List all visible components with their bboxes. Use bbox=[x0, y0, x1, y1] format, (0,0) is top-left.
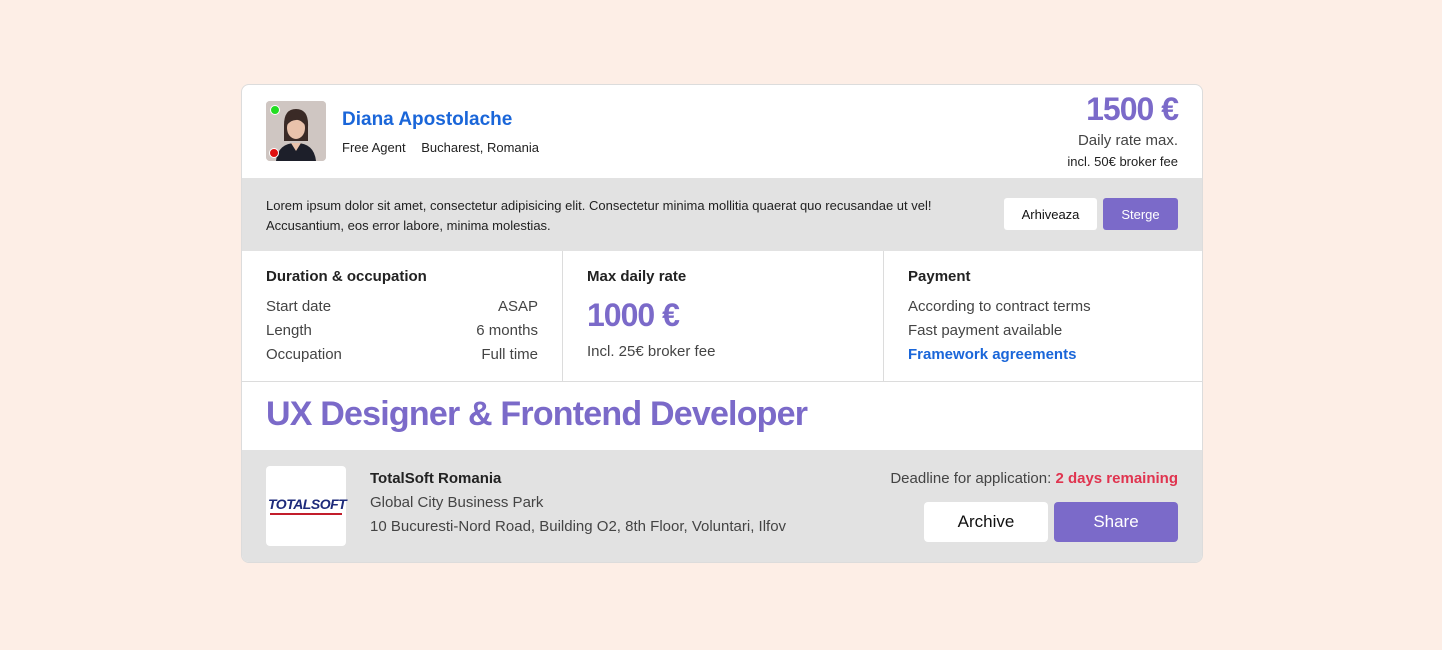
occupation-row: Occupation Full time bbox=[266, 343, 538, 367]
logo-underline bbox=[270, 513, 342, 515]
info-columns: Duration & occupation Start date ASAP Le… bbox=[242, 251, 1202, 382]
job-title[interactable]: UX Designer & Frontend Developer bbox=[266, 395, 808, 434]
company-logo-text: TOTALSOFT bbox=[268, 496, 347, 512]
daily-rate-label: Daily rate max. bbox=[1077, 132, 1178, 149]
payment-fast: Fast payment available bbox=[908, 322, 1063, 339]
payment-title: Payment bbox=[908, 268, 971, 285]
card-header: Diana Apostolache Free Agent Bucharest, … bbox=[242, 85, 1202, 178]
length-label: Length bbox=[266, 322, 312, 339]
sterge-button[interactable]: Sterge bbox=[1103, 198, 1178, 230]
agent-meta: Free Agent Bucharest, Romania bbox=[342, 140, 551, 155]
max-rate-amount: 1000 € bbox=[587, 297, 680, 333]
max-rate-column: Max daily rate 1000 € Incl. 25€ broker f… bbox=[562, 251, 883, 382]
archive-button[interactable]: Archive bbox=[924, 502, 1048, 542]
online-status-icon bbox=[270, 105, 280, 115]
alert-status-icon bbox=[269, 148, 279, 158]
start-date-row: Start date ASAP bbox=[266, 295, 538, 319]
company-logo[interactable]: TOTALSOFT bbox=[266, 466, 347, 546]
message-band: Lorem ipsum dolor sit amet, consectetur … bbox=[242, 178, 1202, 251]
message-text: Lorem ipsum dolor sit amet, consectetur … bbox=[266, 198, 932, 233]
agent-role: Free Agent bbox=[342, 140, 406, 155]
framework-agreements-link[interactable]: Framework agreements bbox=[908, 343, 1076, 367]
company-address-line1: Global City Business Park bbox=[370, 494, 544, 511]
share-button[interactable]: Share bbox=[1054, 502, 1178, 542]
avatar[interactable] bbox=[266, 101, 326, 161]
occupation-label: Occupation bbox=[266, 346, 342, 363]
length-value: 6 months bbox=[476, 322, 538, 339]
company-name[interactable]: TotalSoft Romania bbox=[370, 470, 501, 487]
occupation-value: Full time bbox=[481, 346, 538, 363]
max-rate-title: Max daily rate bbox=[587, 268, 687, 285]
arhiveaza-button[interactable]: Arhiveaza bbox=[1004, 198, 1097, 230]
deadline-value: 2 days remaining bbox=[1055, 470, 1178, 487]
payment-terms: According to contract terms bbox=[908, 298, 1091, 315]
max-rate-fee: Incl. 25€ broker fee bbox=[587, 343, 716, 360]
job-card: Diana Apostolache Free Agent Bucharest, … bbox=[241, 84, 1203, 563]
agent-location: Bucharest, Romania bbox=[421, 140, 540, 155]
company-band: TOTALSOFT TotalSoft Romania Global City … bbox=[242, 450, 1202, 562]
deadline: Deadline for application: 2 days remaini… bbox=[890, 470, 1178, 487]
start-date-value: ASAP bbox=[497, 298, 538, 315]
deadline-label: Deadline for application: bbox=[890, 470, 1052, 487]
length-row: Length 6 months bbox=[266, 319, 538, 343]
payment-column: Payment According to contract terms Fast… bbox=[883, 251, 1202, 382]
daily-rate-fee: incl. 50€ broker fee bbox=[1067, 154, 1178, 169]
daily-rate-amount: 1500 € bbox=[1086, 91, 1179, 127]
duration-title: Duration & occupation bbox=[266, 268, 427, 285]
company-address-line2: 10 Bucuresti-Nord Road, Building O2, 8th… bbox=[370, 518, 787, 535]
duration-column: Duration & occupation Start date ASAP Le… bbox=[242, 251, 562, 382]
start-date-label: Start date bbox=[266, 298, 332, 315]
agent-name[interactable]: Diana Apostolache bbox=[342, 109, 512, 131]
